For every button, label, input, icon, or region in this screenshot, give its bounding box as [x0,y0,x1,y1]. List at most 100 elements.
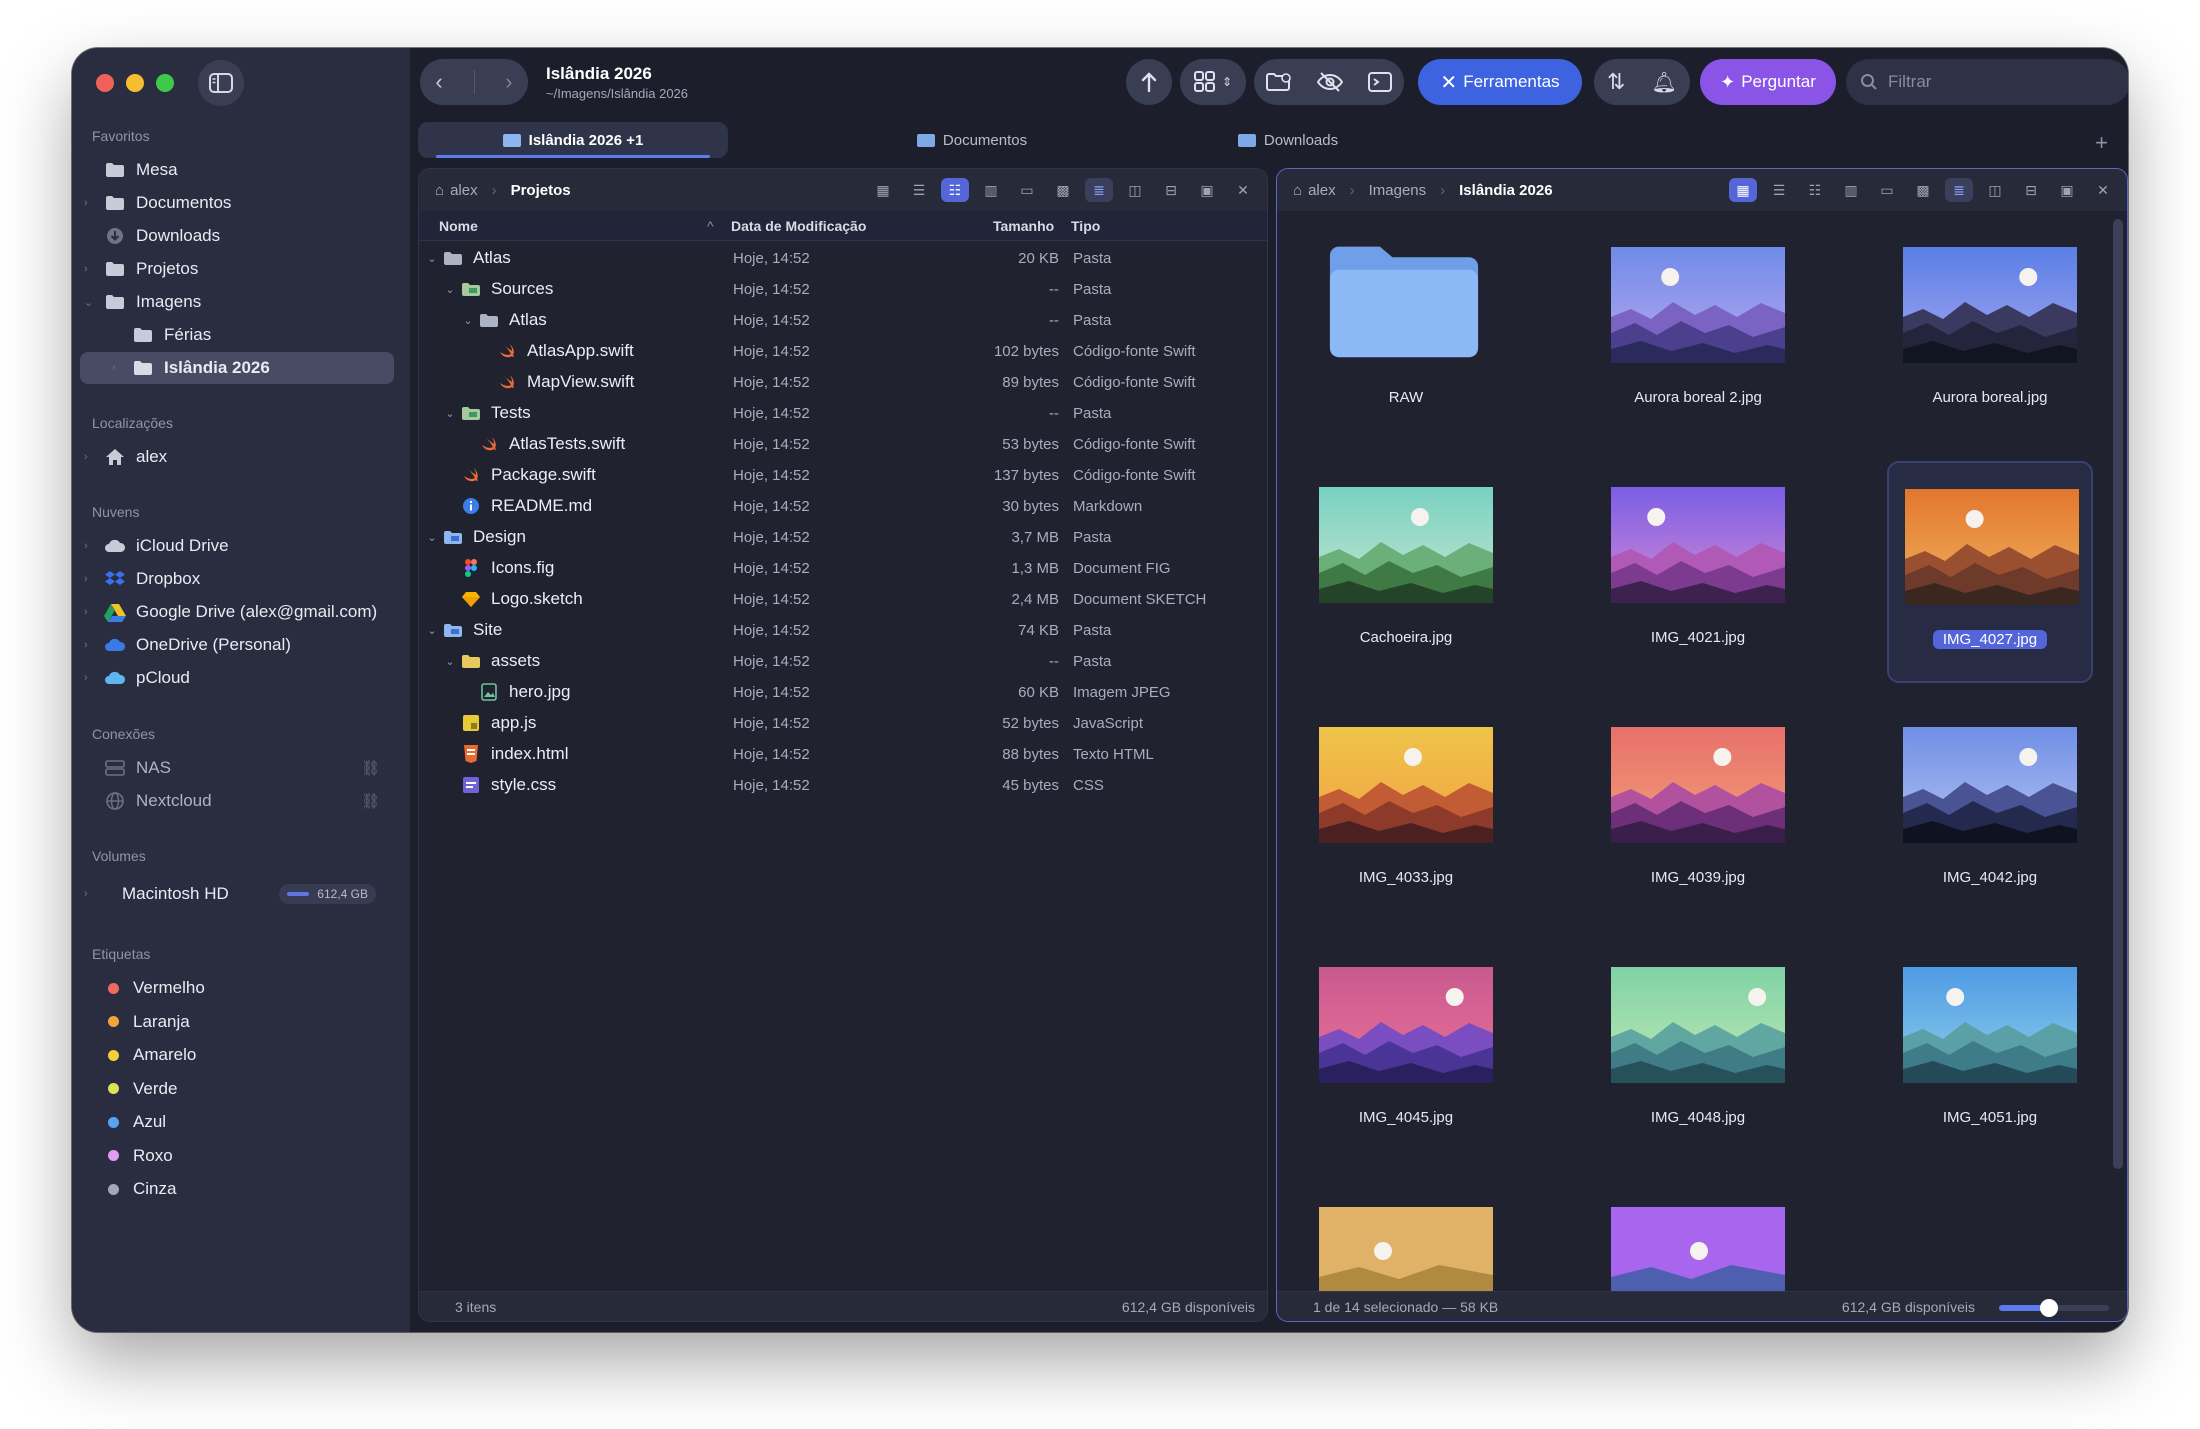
sidebar-item-pcloud[interactable]: › pCloud [80,662,394,694]
sidebar-item-alex[interactable]: › alex [80,441,394,473]
table-row[interactable]: AtlasApp.swift Hoje, 14:52 102 bytes Código… [419,336,1267,367]
folder-item[interactable]: RAW [1303,221,1509,443]
sidebar-item-nextcloud[interactable]: Nextcloud ⛓ [80,785,394,817]
ask-button[interactable]: ✦ Perguntar [1700,59,1836,105]
gallery-view-icon[interactable]: ▭ [1013,178,1041,202]
terminal-pane-icon[interactable]: ▣ [2053,178,2081,202]
options-icon[interactable]: ≣ [1085,178,1113,202]
image-item[interactable]: IMG_4045.jpg [1303,941,1509,1163]
table-row[interactable]: ⌄ Atlas Hoje, 14:52 20 KB Pasta [419,243,1267,274]
sidebar-tag-3[interactable]: Verde [80,1073,394,1105]
sidebar-item-ferias[interactable]: Férias [80,319,394,351]
disclosure-triangle-icon[interactable]: ⌄ [443,407,457,420]
grid-small-icon[interactable]: ▩ [1909,178,1937,202]
grid-small-icon[interactable]: ▩ [1049,178,1077,202]
split-vertical-icon[interactable]: ◫ [1121,178,1149,202]
options-icon[interactable]: ≣ [1945,178,1973,202]
table-row[interactable]: MapView.swift Hoje, 14:52 89 bytes Código-f… [419,367,1267,398]
column-name[interactable]: Nome [439,218,478,234]
list-view-icon[interactable]: ☰ [1765,178,1793,202]
table-row[interactable]: Logo.sketch Hoje, 14:52 2,4 MB Document SKE… [419,584,1267,615]
image-item[interactable]: IMG_4033.jpg [1303,701,1509,923]
sidebar-item-macintosh-hd[interactable]: › Macintosh HD 612,4 GB [80,878,394,910]
columns-view-icon[interactable]: ▥ [1837,178,1865,202]
split-horizontal-icon[interactable]: ⊟ [1157,178,1185,202]
image-item[interactable]: Cachoeira.jpg [1303,461,1509,683]
image-item[interactable]: IMG_4027.jpg [1887,461,2093,683]
split-horizontal-icon[interactable]: ⊟ [2017,178,2045,202]
table-row[interactable]: ⌄ Site Hoje, 14:52 74 KB Pasta [419,615,1267,646]
image-item[interactable]: IMG_4051.jpg [1887,941,2093,1163]
image-item[interactable]: IMG_4042.jpg [1887,701,2093,923]
columns-view-icon[interactable]: ▥ [977,178,1005,202]
zoom-window-button[interactable] [156,74,174,92]
disclosure-triangle-icon[interactable]: ⌄ [425,624,439,637]
table-row[interactable]: style.css Hoje, 14:52 45 bytes CSS [419,770,1267,801]
sidebar-tag-1[interactable]: Laranja [80,1006,394,1038]
split-vertical-icon[interactable]: ◫ [1981,178,2009,202]
sidebar-item-nas[interactable]: NAS ⛓ [80,752,394,784]
disclosure-triangle-icon[interactable]: ⌄ [443,283,457,296]
tools-button[interactable]: ✕ Ferramentas [1418,59,1582,105]
icons-view-icon[interactable]: ▦ [869,178,897,202]
image-item[interactable]: IMG_4048.jpg [1595,941,1801,1163]
terminal-icon[interactable] [1367,72,1392,92]
close-pane-icon[interactable]: ✕ [2089,178,2117,202]
link-icon[interactable]: ⛓ [361,759,380,777]
new-tab-button[interactable]: + [2095,130,2108,156]
breadcrumb-alex[interactable]: alex [450,182,478,199]
image-item[interactable]: Aurora boreal 2.jpg [1595,221,1801,443]
table-row[interactable]: README.md Hoje, 14:52 30 bytes Markdown [419,491,1267,522]
link-icon[interactable]: ⛓ [361,792,380,810]
icons-view-icon[interactable]: ▦ [1729,178,1757,202]
minimize-window-button[interactable] [126,74,144,92]
new-folder-icon[interactable] [1266,72,1292,92]
breadcrumb-imagens[interactable]: Imagens [1369,182,1427,199]
zoom-slider[interactable] [1999,1299,2109,1317]
sidebar-tag-2[interactable]: Amarelo [80,1039,394,1071]
close-window-button[interactable] [96,74,114,92]
sidebar-item-documentos[interactable]: › Documentos [80,187,394,219]
image-item[interactable]: Aurora boreal.jpg [1887,221,2093,443]
table-row[interactable]: ⌄ assets Hoje, 14:52 -- Pasta [419,646,1267,677]
disclosure-triangle-icon[interactable]: ⌄ [425,252,439,265]
table-row[interactable]: app.js Hoje, 14:52 52 bytes JavaScript [419,708,1267,739]
tab-documentos[interactable]: Documentos [842,122,1102,158]
table-row[interactable]: ⌄ Design Hoje, 14:52 3,7 MB Pasta [419,522,1267,553]
table-row[interactable]: hero.jpg Hoje, 14:52 60 KB Imagem JPEG [419,677,1267,708]
transfer-icon[interactable]: ⇅ [1607,69,1625,95]
sidebar-item-projetos[interactable]: › Projetos [80,253,394,285]
column-date[interactable]: Data de Modificação [731,218,866,234]
sidebar-item-mesa[interactable]: Mesa [80,154,394,186]
table-row[interactable]: Package.swift Hoje, 14:52 137 bytes Código-… [419,460,1267,491]
sidebar-toggle-button[interactable] [198,60,244,106]
breadcrumb-projetos[interactable]: Projetos [511,182,571,199]
outline-view-icon[interactable]: ☷ [941,178,969,202]
zoom-slider-knob[interactable] [2039,1299,2058,1317]
sidebar-tag-5[interactable]: Roxo [80,1140,394,1172]
view-mode-button[interactable]: ⇕ [1180,59,1246,105]
vertical-scrollbar[interactable] [2113,219,2123,1169]
sidebar-tag-4[interactable]: Azul [80,1106,394,1138]
column-kind[interactable]: Tipo [1071,218,1100,234]
disclosure-triangle-icon[interactable]: ⌄ [425,531,439,544]
column-size[interactable]: Tamanho [993,218,1054,234]
sidebar-item-downloads[interactable]: Downloads [80,220,394,252]
image-item[interactable]: IMG_4039.jpg [1595,701,1801,923]
table-row[interactable]: ⌄ Sources Hoje, 14:52 -- Pasta [419,274,1267,305]
image-item[interactable]: IMG_4021.jpg [1595,461,1801,683]
back-button[interactable]: ‹ [435,69,442,95]
sidebar-tag-6[interactable]: Cinza [80,1173,394,1205]
sidebar-item-icloud[interactable]: › iCloud Drive [80,530,394,562]
outline-view-icon[interactable]: ☷ [1801,178,1829,202]
table-row[interactable]: Icons.fig Hoje, 14:52 1,3 MB Document FIG [419,553,1267,584]
sidebar-item-imagens[interactable]: ⌄ Imagens [80,286,394,318]
list-view-icon[interactable]: ☰ [905,178,933,202]
breadcrumb-alex[interactable]: alex [1308,182,1336,199]
table-row[interactable]: ⌄ Tests Hoje, 14:52 -- Pasta [419,398,1267,429]
table-row[interactable]: AtlasTests.swift Hoje, 14:52 53 bytes Códig… [419,429,1267,460]
forward-button[interactable]: › [505,69,512,95]
disclosure-triangle-icon[interactable]: ⌄ [461,314,475,327]
eye-slash-icon[interactable] [1316,72,1343,92]
gallery-view-icon[interactable]: ▭ [1873,178,1901,202]
